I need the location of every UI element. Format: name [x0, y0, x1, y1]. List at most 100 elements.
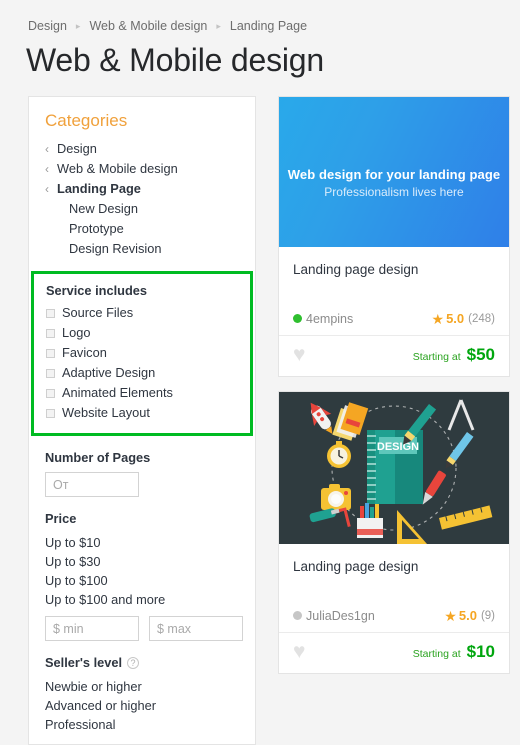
gig-banner-image[interactable]: DESIGN [279, 392, 509, 544]
favorite-heart-icon[interactable]: ♥ [293, 641, 305, 662]
service-option-label: Logo [62, 325, 91, 340]
breadcrumb-item-web-mobile-design[interactable]: Web & Mobile design [89, 19, 207, 33]
gig-rating: ★ 5.0 (9) [444, 608, 495, 623]
service-option-label: Source Files [62, 305, 134, 320]
price-option-up-to-30[interactable]: Up to $30 [45, 552, 239, 571]
price-filter: Price Up to $10 Up to $30 Up to $100 Up … [45, 511, 243, 641]
gig-title[interactable]: Landing page design [293, 558, 495, 608]
seller-name: 4empins [306, 311, 354, 326]
category-item-design[interactable]: ‹ Design [45, 139, 239, 159]
breadcrumb-item-design[interactable]: Design [28, 19, 67, 33]
service-option-label: Adaptive Design [62, 365, 156, 380]
number-of-pages-input[interactable] [45, 472, 139, 497]
gig-results-list: Web design for your landing page Profess… [278, 96, 510, 688]
gig-card-footer: ♥ Starting at $10 [279, 632, 509, 673]
breadcrumb-separator-icon: ▸ [216, 20, 221, 31]
gig-card-footer: ♥ Starting at $50 [279, 335, 509, 376]
service-option-logo[interactable]: Logo [46, 323, 238, 343]
checkbox-icon[interactable] [46, 348, 55, 358]
seller-info[interactable]: 4empins [293, 312, 353, 326]
chevron-left-icon: ‹ [45, 142, 49, 156]
service-option-favicon[interactable]: Favicon [46, 343, 238, 363]
rating-value: 5.0 [446, 311, 465, 326]
gig-banner-image[interactable]: Web design for your landing page Profess… [279, 97, 509, 247]
service-option-adaptive-design[interactable]: Adaptive Design [46, 363, 238, 383]
rating-value: 5.0 [458, 608, 477, 623]
breadcrumb-item-landing-page[interactable]: Landing Page [230, 19, 307, 33]
category-item-web-mobile-design[interactable]: ‹ Web & Mobile design [45, 159, 239, 179]
categories-heading: Categories [45, 111, 128, 130]
seller-name: JuliaDes1gn [306, 608, 375, 623]
service-option-animated-elements[interactable]: Animated Elements [46, 383, 238, 403]
gig-title[interactable]: Landing page design [293, 261, 495, 311]
category-label: Web & Mobile design [57, 161, 178, 176]
banner-headline: Web design for your landing page [287, 167, 501, 182]
service-option-website-layout[interactable]: Website Layout [46, 403, 238, 423]
category-item-landing-page[interactable]: ‹ Landing Page [45, 179, 239, 199]
rating-count: (248) [468, 312, 495, 325]
filter-sidebar: Categories ‹ Design ‹ Web & Mobile desig… [28, 96, 256, 745]
breadcrumb-separator-icon: ▸ [75, 20, 81, 31]
service-option-source-files[interactable]: Source Files [46, 303, 238, 323]
price-heading: Price [45, 511, 77, 526]
main-content: Categories ‹ Design ‹ Web & Mobile desig… [0, 80, 520, 745]
price-option-up-to-100[interactable]: Up to $100 [45, 571, 239, 590]
subcategory-item-design-revision[interactable]: Design Revision [45, 239, 239, 259]
price-range-inputs [45, 616, 243, 641]
banner-subline: Professionalism lives here [324, 185, 464, 199]
price-min-input[interactable] [45, 616, 139, 641]
gig-price-wrap: Starting at $50 [413, 345, 495, 365]
svg-text:DESIGN: DESIGN [377, 441, 419, 453]
price-max-input[interactable] [149, 616, 243, 641]
breadcrumb: Design ▸ Web & Mobile design ▸ Landing P… [0, 0, 520, 34]
gig-price: $10 [466, 641, 495, 661]
offline-status-icon [293, 611, 302, 620]
service-option-label: Website Layout [62, 405, 150, 420]
gradient-banner: Web design for your landing page Profess… [279, 97, 509, 247]
favorite-heart-icon[interactable]: ♥ [293, 344, 305, 365]
service-includes-heading: Service includes [46, 283, 148, 298]
checkbox-icon[interactable] [46, 388, 55, 398]
gig-rating: ★ 5.0 (248) [432, 311, 496, 326]
sellers-level-heading: Seller's level ? [45, 655, 239, 670]
gig-seller-row: JuliaDes1gn ★ 5.0 (9) [293, 608, 495, 632]
gig-card[interactable]: Web design for your landing page Profess… [278, 96, 510, 377]
price-option-up-to-10[interactable]: Up to $10 [45, 533, 239, 552]
sellers-level-option-advanced[interactable]: Advanced or higher [45, 696, 239, 715]
number-of-pages-filter: Number of Pages [45, 450, 239, 497]
checkbox-icon[interactable] [46, 408, 55, 418]
star-icon: ★ [444, 607, 457, 624]
chevron-left-icon: ‹ [45, 182, 49, 196]
sellers-level-option-professional[interactable]: Professional [45, 715, 239, 734]
help-icon[interactable]: ? [127, 656, 140, 669]
service-option-label: Animated Elements [62, 385, 173, 400]
online-status-icon [293, 314, 302, 323]
sellers-level-filter: Seller's level ? Newbie or higher Advanc… [45, 655, 239, 734]
gig-card-body: Landing page design 4empins ★ 5.0 (248) [279, 247, 509, 335]
subcategory-item-prototype[interactable]: Prototype [45, 219, 239, 239]
design-tools-illustration: DESIGN [279, 392, 509, 544]
star-icon: ★ [431, 310, 445, 327]
service-includes-filter: Service includes Source Files Logo Favic… [31, 271, 253, 436]
sellers-level-option-newbie[interactable]: Newbie or higher [45, 677, 239, 696]
category-label: Design [57, 141, 97, 156]
gig-seller-row: 4empins ★ 5.0 (248) [293, 311, 495, 335]
number-of-pages-heading: Number of Pages [45, 450, 151, 465]
category-label: Landing Page [57, 181, 141, 196]
price-option-up-to-100-and-more[interactable]: Up to $100 and more [45, 590, 239, 609]
page-title: Web & Mobile design [26, 42, 324, 78]
gig-price: $50 [466, 344, 495, 364]
checkbox-icon[interactable] [46, 308, 55, 318]
chevron-left-icon: ‹ [45, 162, 49, 176]
checkbox-icon[interactable] [46, 368, 55, 378]
sellers-level-label: Seller's level [45, 655, 123, 670]
seller-info[interactable]: JuliaDes1gn [293, 609, 375, 623]
gig-price-wrap: Starting at $10 [413, 642, 495, 662]
service-option-label: Favicon [62, 345, 107, 360]
categories-list: ‹ Design ‹ Web & Mobile design ‹ Landing… [45, 139, 239, 259]
rating-count: (9) [480, 609, 495, 622]
subcategory-item-new-design[interactable]: New Design [45, 199, 239, 219]
gig-card[interactable]: DESIGN Landing page design JuliaDes1gn ★… [278, 391, 510, 674]
gig-card-body: Landing page design JuliaDes1gn ★ 5.0 (9… [279, 544, 509, 632]
checkbox-icon[interactable] [46, 328, 55, 338]
